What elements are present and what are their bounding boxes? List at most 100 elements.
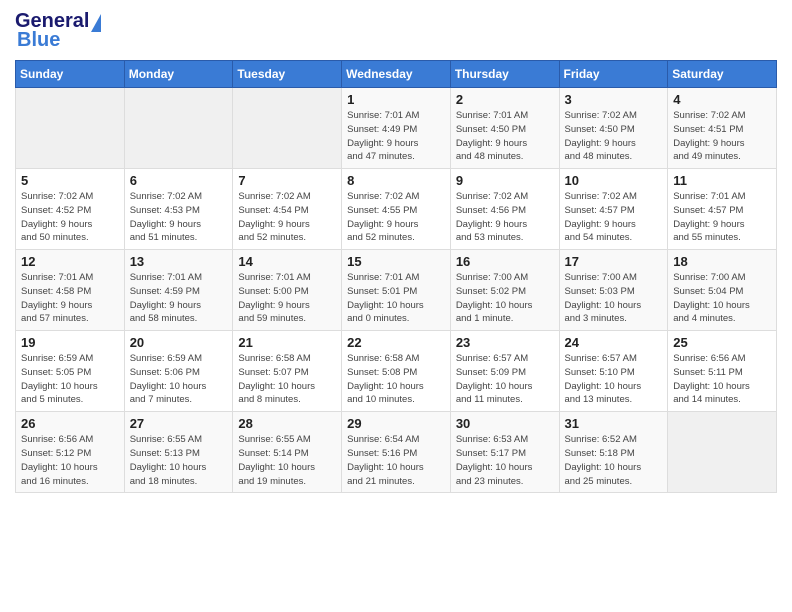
day-info: Sunrise: 6:56 AM Sunset: 5:11 PM Dayligh… [673,352,771,407]
calendar-cell: 7 Sunrise: 7:02 AM Sunset: 4:54 PM Daylig… [233,169,342,250]
calendar-cell: 25 Sunrise: 6:56 AM Sunset: 5:11 PM Dayli… [668,331,777,412]
day-info: Sunrise: 7:02 AM Sunset: 4:50 PM Dayligh… [565,109,663,164]
day-number: 18 [673,254,771,269]
calendar-cell: 20 Sunrise: 6:59 AM Sunset: 5:06 PM Dayli… [124,331,233,412]
day-info: Sunrise: 6:58 AM Sunset: 5:08 PM Dayligh… [347,352,445,407]
day-number: 3 [565,92,663,107]
day-number: 14 [238,254,336,269]
day-info: Sunrise: 7:01 AM Sunset: 5:01 PM Dayligh… [347,271,445,326]
calendar-cell: 9 Sunrise: 7:02 AM Sunset: 4:56 PM Daylig… [450,169,559,250]
day-header-saturday: Saturday [668,61,777,88]
day-header-monday: Monday [124,61,233,88]
day-number: 23 [456,335,554,350]
day-header-friday: Friday [559,61,668,88]
day-info: Sunrise: 7:02 AM Sunset: 4:53 PM Dayligh… [130,190,228,245]
logo-blue-text: Blue [15,29,60,52]
calendar-cell: 14 Sunrise: 7:01 AM Sunset: 5:00 PM Dayli… [233,250,342,331]
day-info: Sunrise: 6:54 AM Sunset: 5:16 PM Dayligh… [347,433,445,488]
day-number: 11 [673,173,771,188]
calendar-cell: 3 Sunrise: 7:02 AM Sunset: 4:50 PM Daylig… [559,88,668,169]
calendar-cell: 10 Sunrise: 7:02 AM Sunset: 4:57 PM Dayli… [559,169,668,250]
day-info: Sunrise: 7:02 AM Sunset: 4:54 PM Dayligh… [238,190,336,245]
day-info: Sunrise: 7:02 AM Sunset: 4:52 PM Dayligh… [21,190,119,245]
day-info: Sunrise: 6:55 AM Sunset: 5:14 PM Dayligh… [238,433,336,488]
calendar-cell: 28Sunrise: 6:55 AM Sunset: 5:14 PM Dayli… [233,412,342,493]
day-number: 13 [130,254,228,269]
calendar-cell: 21 Sunrise: 6:58 AM Sunset: 5:07 PM Dayli… [233,331,342,412]
calendar-cell: 22 Sunrise: 6:58 AM Sunset: 5:08 PM Dayli… [342,331,451,412]
day-info: Sunrise: 7:00 AM Sunset: 5:02 PM Dayligh… [456,271,554,326]
day-info: Sunrise: 7:01 AM Sunset: 4:58 PM Dayligh… [21,271,119,326]
calendar-cell: 26 Sunrise: 6:56 AM Sunset: 5:12 PM Dayli… [16,412,125,493]
calendar-cell: 15 Sunrise: 7:01 AM Sunset: 5:01 PM Dayli… [342,250,451,331]
day-number: 25 [673,335,771,350]
day-info: Sunrise: 6:57 AM Sunset: 5:09 PM Dayligh… [456,352,554,407]
day-number: 6 [130,173,228,188]
calendar-cell: 5 Sunrise: 7:02 AM Sunset: 4:52 PM Daylig… [16,169,125,250]
day-info: Sunrise: 7:01 AM Sunset: 5:00 PM Dayligh… [238,271,336,326]
day-number: 7 [238,173,336,188]
day-info: Sunrise: 6:56 AM Sunset: 5:12 PM Dayligh… [21,433,119,488]
day-number: 31 [565,416,663,431]
day-number: 10 [565,173,663,188]
day-number: 8 [347,173,445,188]
day-number: 15 [347,254,445,269]
calendar-cell: 23 Sunrise: 6:57 AM Sunset: 5:09 PM Dayli… [450,331,559,412]
calendar-cell: 8 Sunrise: 7:02 AM Sunset: 4:55 PM Daylig… [342,169,451,250]
day-info: Sunrise: 7:02 AM Sunset: 4:56 PM Dayligh… [456,190,554,245]
day-header-sunday: Sunday [16,61,125,88]
day-info: Sunrise: 7:02 AM Sunset: 4:57 PM Dayligh… [565,190,663,245]
calendar-cell: 17 Sunrise: 7:00 AM Sunset: 5:03 PM Dayli… [559,250,668,331]
calendar-week-row: 12 Sunrise: 7:01 AM Sunset: 4:58 PM Dayli… [16,250,777,331]
day-number: 2 [456,92,554,107]
calendar-cell: 13 Sunrise: 7:01 AM Sunset: 4:59 PM Dayli… [124,250,233,331]
calendar-week-row: 5 Sunrise: 7:02 AM Sunset: 4:52 PM Daylig… [16,169,777,250]
header: General Blue [15,10,777,52]
day-info: Sunrise: 6:58 AM Sunset: 5:07 PM Dayligh… [238,352,336,407]
logo: General Blue [15,10,101,52]
calendar-cell: 6 Sunrise: 7:02 AM Sunset: 4:53 PM Daylig… [124,169,233,250]
day-number: 4 [673,92,771,107]
day-info: Sunrise: 7:02 AM Sunset: 4:55 PM Dayligh… [347,190,445,245]
day-info: Sunrise: 6:52 AM Sunset: 5:18 PM Dayligh… [565,433,663,488]
day-number: 30 [456,416,554,431]
day-number: 22 [347,335,445,350]
calendar-cell: 24Sunrise: 6:57 AM Sunset: 5:10 PM Dayli… [559,331,668,412]
day-info: Sunrise: 7:00 AM Sunset: 5:03 PM Dayligh… [565,271,663,326]
day-number: 20 [130,335,228,350]
day-info: Sunrise: 7:01 AM Sunset: 4:49 PM Dayligh… [347,109,445,164]
calendar-cell [124,88,233,169]
day-number: 29 [347,416,445,431]
calendar-cell: 2 Sunrise: 7:01 AM Sunset: 4:50 PM Daylig… [450,88,559,169]
day-info: Sunrise: 6:55 AM Sunset: 5:13 PM Dayligh… [130,433,228,488]
calendar-cell: 27Sunrise: 6:55 AM Sunset: 5:13 PM Dayli… [124,412,233,493]
day-info: Sunrise: 6:53 AM Sunset: 5:17 PM Dayligh… [456,433,554,488]
day-number: 16 [456,254,554,269]
calendar-cell [668,412,777,493]
calendar-table: SundayMondayTuesdayWednesdayThursdayFrid… [15,60,777,493]
calendar-cell: 12 Sunrise: 7:01 AM Sunset: 4:58 PM Dayli… [16,250,125,331]
calendar-cell: 11 Sunrise: 7:01 AM Sunset: 4:57 PM Dayli… [668,169,777,250]
calendar-cell: 18 Sunrise: 7:00 AM Sunset: 5:04 PM Dayli… [668,250,777,331]
day-info: Sunrise: 7:01 AM Sunset: 4:50 PM Dayligh… [456,109,554,164]
day-info: Sunrise: 7:02 AM Sunset: 4:51 PM Dayligh… [673,109,771,164]
day-info: Sunrise: 6:59 AM Sunset: 5:05 PM Dayligh… [21,352,119,407]
day-info: Sunrise: 7:01 AM Sunset: 4:59 PM Dayligh… [130,271,228,326]
day-info: Sunrise: 6:59 AM Sunset: 5:06 PM Dayligh… [130,352,228,407]
day-number: 26 [21,416,119,431]
calendar-cell: 30 Sunrise: 6:53 AM Sunset: 5:17 PM Dayli… [450,412,559,493]
day-number: 1 [347,92,445,107]
day-number: 9 [456,173,554,188]
calendar-week-row: 1 Sunrise: 7:01 AM Sunset: 4:49 PM Daylig… [16,88,777,169]
day-number: 5 [21,173,119,188]
day-number: 21 [238,335,336,350]
day-number: 12 [21,254,119,269]
day-header-wednesday: Wednesday [342,61,451,88]
calendar-week-row: 19Sunrise: 6:59 AM Sunset: 5:05 PM Dayli… [16,331,777,412]
calendar-cell: 1 Sunrise: 7:01 AM Sunset: 4:49 PM Daylig… [342,88,451,169]
day-info: Sunrise: 7:01 AM Sunset: 4:57 PM Dayligh… [673,190,771,245]
day-info: Sunrise: 7:00 AM Sunset: 5:04 PM Dayligh… [673,271,771,326]
day-number: 17 [565,254,663,269]
calendar-cell: 4 Sunrise: 7:02 AM Sunset: 4:51 PM Daylig… [668,88,777,169]
day-header-thursday: Thursday [450,61,559,88]
